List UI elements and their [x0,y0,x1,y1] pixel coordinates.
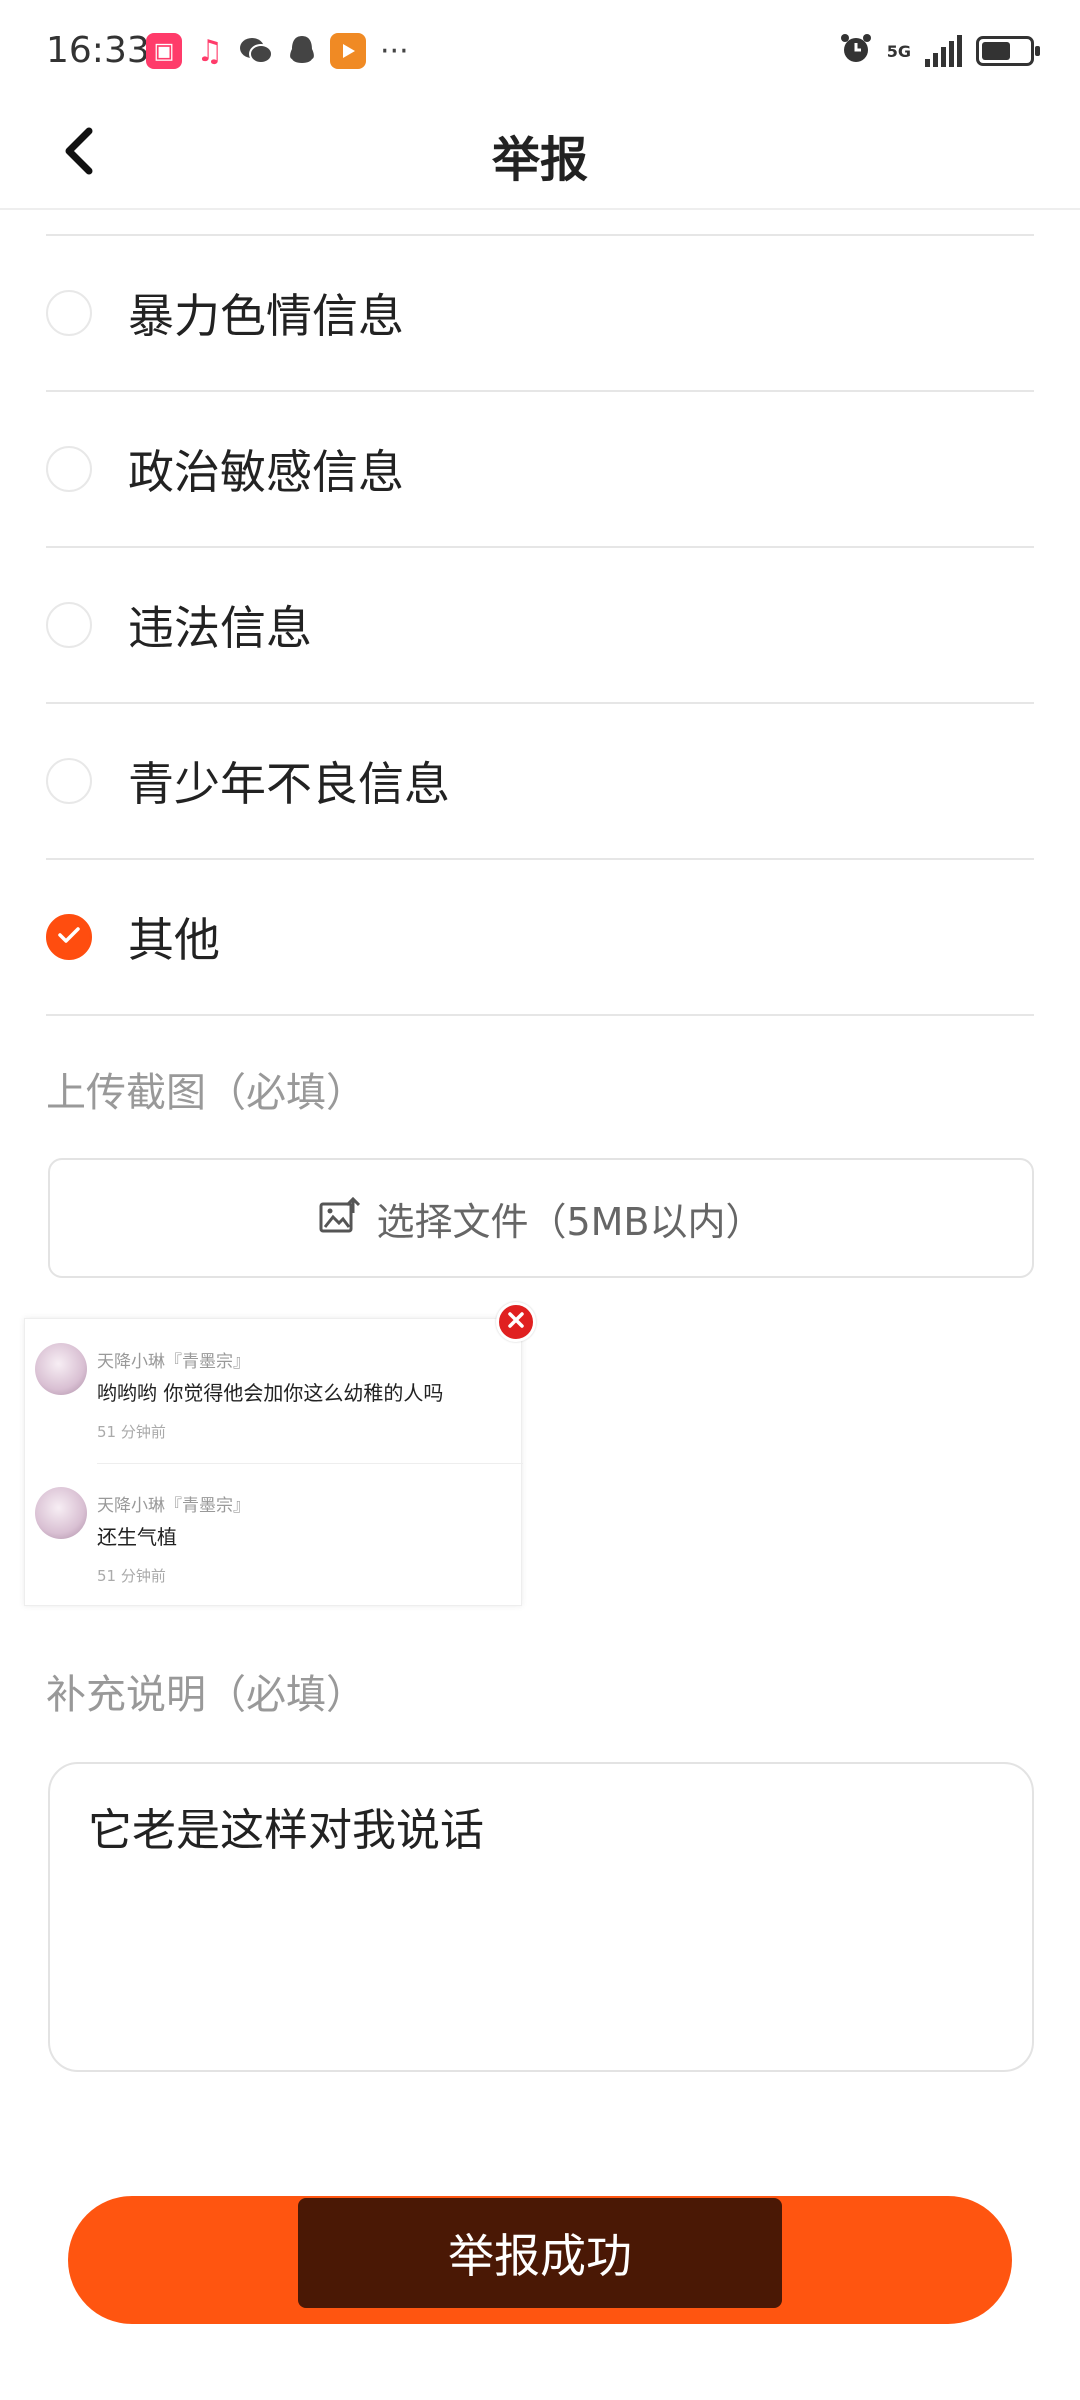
comment-author: 天降小琳『青墨宗』 [97,1496,250,1516]
comment-text: 哟哟哟 你觉得他会加你这么幼稚的人吗 [97,1381,444,1405]
page-title: 举报 [491,132,588,188]
video-icon [330,33,366,69]
upload-section-label: 上传截图（必填） [46,1070,366,1116]
status-bar: 16:33 ▣ ♫ ··· 5G [0,0,1080,100]
battery-level [982,42,1010,60]
choose-file-button[interactable]: 选择文件（5MB以内） [48,1158,1034,1278]
toast-message: 举报成功 [448,2229,632,2283]
kuaikan-icon: ▣ [146,33,182,69]
description-input[interactable]: 它老是这样对我说话 [48,1762,1034,2072]
comment-time: 51 分钟前 [97,1567,166,1585]
battery-icon [976,36,1040,66]
reason-option[interactable]: 违法信息 [46,548,1034,704]
reason-label: 其他 [128,913,220,967]
reason-option[interactable]: 政治敏感信息 [46,392,1034,548]
network-label: 5G [886,41,911,61]
status-time: 16:33 [46,30,150,71]
success-toast: 举报成功 [298,2198,782,2308]
wechat-icon [238,33,274,69]
radio-button[interactable] [46,758,92,804]
reason-list: 暴力色情信息 政治敏感信息 违法信息 青少年不良信息 其他 [46,234,1034,1016]
notification-icons: ▣ ♫ ··· [146,33,409,69]
music-icon: ♫ [196,33,224,69]
top-bar: 举报 [0,100,1080,210]
image-upload-icon [318,1196,361,1239]
qq-icon [284,33,320,69]
screenshot-comment: 天降小琳『青墨宗』 哟哟哟 你觉得他会加你这么幼稚的人吗 51 分钟前 [25,1319,523,1464]
reason-option[interactable]: 青少年不良信息 [46,704,1034,860]
signal-icon [925,35,962,67]
reason-option[interactable]: 暴力色情信息 [46,236,1034,392]
screenshot-comment: 天降小琳『青墨宗』 还生气植 51 分钟前 [25,1463,523,1607]
close-icon [507,1311,525,1333]
radio-button[interactable] [46,446,92,492]
description-section-label: 补充说明（必填） [46,1672,366,1718]
reason-label: 政治敏感信息 [128,445,404,499]
checkmark-icon [57,926,81,948]
reason-label: 暴力色情信息 [128,289,404,343]
uploaded-screenshot[interactable]: 天降小琳『青墨宗』 哟哟哟 你觉得他会加你这么幼稚的人吗 51 分钟前 天降小琳… [24,1318,523,1607]
reason-label: 违法信息 [128,601,312,655]
alarm-icon [839,32,873,70]
comment-author: 天降小琳『青墨宗』 [97,1352,250,1372]
comment-time: 51 分钟前 [97,1423,166,1441]
reason-label: 青少年不良信息 [128,757,450,811]
avatar [35,1343,87,1395]
avatar [35,1487,87,1539]
reason-option[interactable]: 其他 [46,860,1034,1016]
remove-screenshot-button[interactable] [496,1302,536,1342]
choose-file-label: 选择文件（5MB以内） [376,1199,764,1244]
system-icons: 5G [839,32,1040,70]
comment-text: 还生气植 [97,1525,177,1549]
radio-button[interactable] [46,290,92,336]
radio-button-checked[interactable] [46,914,92,960]
radio-button[interactable] [46,602,92,648]
more-notifications-icon: ··· [380,33,409,69]
